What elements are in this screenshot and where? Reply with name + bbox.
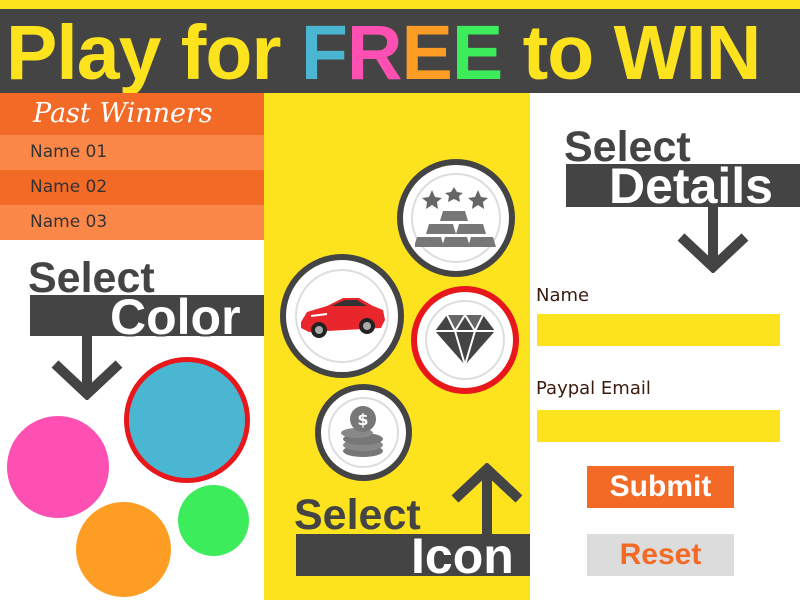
past-winners-panel: Past Winners Name 01 Name 02 Name 03: [0, 93, 264, 243]
color-option-blue[interactable]: [124, 357, 250, 483]
color-option-pink[interactable]: [7, 416, 109, 518]
name-label: Name: [536, 285, 590, 306]
sports-car-icon: [300, 297, 385, 338]
color-option-green[interactable]: [178, 485, 249, 556]
icon-option-diamond[interactable]: [411, 286, 519, 394]
past-winners-heading: Past Winners: [0, 93, 264, 135]
svg-text:$: $: [358, 410, 369, 429]
title-letter-e1: E: [401, 10, 452, 93]
title-suffix: to WIN: [502, 10, 762, 93]
title-prefix: Play for: [6, 10, 301, 93]
winner-row: Name 03: [0, 205, 264, 240]
color-option-orange[interactable]: [76, 502, 171, 597]
winner-row: Name 01: [0, 135, 264, 170]
paypal-email-input[interactable]: [537, 410, 780, 442]
diamond-icon: [435, 313, 495, 367]
select-icon-heading: Select: [294, 491, 421, 539]
color-label: Color: [110, 289, 241, 345]
title-letter-f: F: [300, 10, 348, 93]
paypal-email-label: Paypal Email: [536, 378, 651, 399]
winner-row: Name 02: [0, 170, 264, 205]
icon-option-coins[interactable]: $: [315, 384, 412, 481]
icon-option-gold-bars[interactable]: [397, 159, 515, 277]
reset-button[interactable]: Reset: [587, 534, 734, 576]
title-letter-r: R: [346, 10, 403, 93]
gold-bars-icon: [415, 187, 496, 247]
arrow-down-icon: [51, 334, 123, 400]
page-title: Play for FREE to WIN: [6, 10, 762, 93]
header-top-strip: [0, 0, 800, 9]
name-input[interactable]: [537, 314, 780, 346]
title-letter-e2: E: [451, 10, 503, 93]
header-banner: Play for FREE to WIN: [0, 9, 800, 93]
coins-icon: $: [341, 406, 384, 458]
submit-button[interactable]: Submit: [587, 466, 734, 508]
icon-label: Icon: [411, 528, 514, 584]
icon-option-sports-car[interactable]: [280, 254, 404, 378]
arrow-down-icon: [677, 205, 749, 273]
details-label: Details: [609, 158, 773, 214]
